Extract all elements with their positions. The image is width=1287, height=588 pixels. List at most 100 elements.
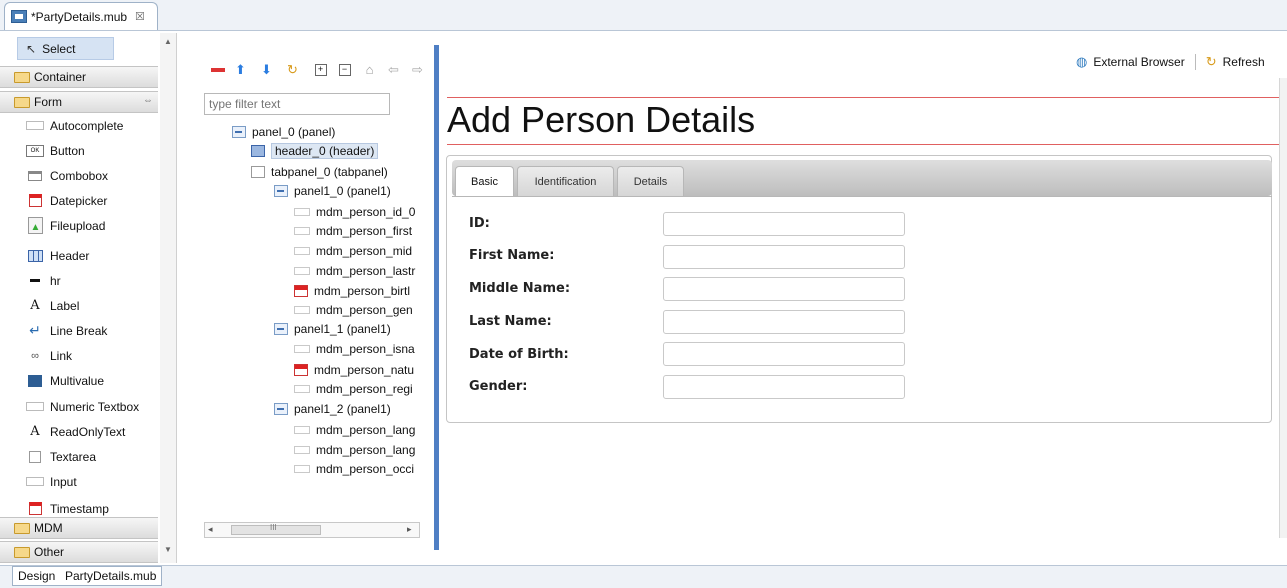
refresh-button[interactable]: Refresh bbox=[1223, 55, 1265, 69]
tree-node-field[interactable]: mdm_person_gen bbox=[294, 300, 413, 319]
sash[interactable] bbox=[434, 45, 439, 550]
middle-name-label: Middle Name: bbox=[469, 281, 571, 296]
category-container[interactable]: Container bbox=[0, 66, 158, 88]
palette-item-multivalue[interactable]: Multivalue bbox=[0, 368, 158, 393]
collapse-icon[interactable]: ⇔ bbox=[143, 95, 153, 106]
globe-icon: ◍ bbox=[1076, 54, 1088, 69]
palette-item-label: Datepicker bbox=[50, 193, 108, 208]
tree-node-label: mdm_person_natu bbox=[314, 362, 415, 377]
tree-node-panel-0[interactable]: panel_0 (panel) bbox=[232, 122, 335, 141]
scroll-left-icon[interactable]: ◂ bbox=[208, 524, 213, 535]
table-icon bbox=[26, 249, 44, 263]
folder-icon bbox=[14, 546, 30, 558]
scroll-up-icon[interactable]: ▲ bbox=[164, 37, 172, 46]
editor-tab-partydetails[interactable]: *PartyDetails.mub ☒ bbox=[4, 2, 158, 30]
tree-node-panel1-1[interactable]: panel1_1 (panel1) bbox=[274, 319, 391, 338]
tree-node-header-0[interactable]: header_0 (header) bbox=[251, 141, 379, 160]
middle-name-field[interactable] bbox=[663, 277, 905, 301]
tab-partydetails-source[interactable]: PartyDetails.mub bbox=[60, 566, 163, 586]
palette-item-label[interactable]: A Label bbox=[0, 293, 158, 318]
textfield-icon bbox=[294, 266, 310, 275]
tree-node-field[interactable]: mdm_person_lang bbox=[294, 440, 415, 459]
palette-item-numeric-textbox[interactable]: Numeric Textbox bbox=[0, 394, 158, 419]
tree-node-field[interactable]: mdm_person_natu bbox=[294, 360, 414, 379]
first-name-label: First Name: bbox=[469, 248, 555, 263]
category-other[interactable]: Other bbox=[0, 541, 158, 563]
category-mdm[interactable]: MDM bbox=[0, 517, 158, 539]
tree-node-field[interactable]: mdm_person_lang bbox=[294, 420, 415, 439]
tree-node-tabpanel-0[interactable]: tabpanel_0 (tabpanel) bbox=[251, 162, 388, 181]
palette-item-header[interactable]: Header bbox=[0, 243, 158, 268]
tab-design[interactable]: Design bbox=[12, 566, 62, 586]
textfield-icon bbox=[294, 305, 310, 314]
tree-node-label: mdm_person_lastr bbox=[316, 263, 416, 278]
palette-item-combobox[interactable]: Combobox bbox=[0, 163, 158, 188]
palette-scrollbar[interactable]: ▲ ▼ bbox=[160, 33, 177, 563]
tree-node-field[interactable]: mdm_person_isna bbox=[294, 339, 415, 358]
folder-icon bbox=[14, 96, 30, 108]
select-tool[interactable]: ↖ Select bbox=[17, 37, 114, 60]
category-form[interactable]: Form ⇔ bbox=[0, 91, 158, 113]
tree-node-label: mdm_person_isna bbox=[316, 341, 415, 356]
palette-item-readonlytext[interactable]: A ReadOnlyText bbox=[0, 419, 158, 444]
home-icon[interactable]: ⌂ bbox=[362, 62, 377, 77]
palette-item-line-break[interactable]: ↵ Line Break bbox=[0, 318, 158, 343]
tab-basic[interactable]: Basic bbox=[455, 166, 514, 197]
move-down-icon[interactable]: ⬇ bbox=[259, 62, 274, 77]
outline-hscrollbar[interactable]: ◂ III ▸ bbox=[204, 522, 420, 538]
scroll-down-icon[interactable]: ▼ bbox=[164, 545, 172, 554]
close-icon[interactable]: ☒ bbox=[135, 10, 145, 23]
id-field[interactable] bbox=[663, 212, 905, 236]
date-of-birth-field[interactable] bbox=[663, 342, 905, 366]
gender-field[interactable] bbox=[663, 375, 905, 399]
tree-node-field[interactable]: mdm_person_regi bbox=[294, 379, 413, 398]
palette-item-label: Input bbox=[50, 474, 77, 489]
last-name-field[interactable] bbox=[663, 310, 905, 334]
tree-node-label: tabpanel_0 (tabpanel) bbox=[271, 164, 388, 179]
tree-node-field[interactable]: mdm_person_birtl bbox=[294, 281, 410, 300]
date-of-birth-label: Date of Birth: bbox=[469, 347, 569, 362]
tree-node-field[interactable]: mdm_person_id_0 bbox=[294, 202, 415, 221]
palette-item-input[interactable]: Input bbox=[0, 469, 158, 494]
filter-input[interactable] bbox=[204, 93, 390, 115]
scroll-thumb[interactable]: III bbox=[231, 523, 321, 535]
tree-node-panel1-2[interactable]: panel1_2 (panel1) bbox=[274, 399, 391, 418]
palette-item-label: Label bbox=[50, 298, 80, 313]
palette-item-hr[interactable]: hr bbox=[0, 268, 158, 293]
label-icon: A bbox=[30, 424, 40, 439]
tree-node-field[interactable]: mdm_person_mid bbox=[294, 241, 412, 260]
palette-item-datepicker[interactable]: Datepicker bbox=[0, 188, 158, 213]
preview-vscrollbar[interactable] bbox=[1279, 78, 1287, 538]
refresh-icon[interactable]: ↻ bbox=[285, 62, 300, 77]
first-name-field[interactable] bbox=[663, 245, 905, 269]
tree-node-label: panel1_0 (panel1) bbox=[294, 183, 391, 198]
back-icon[interactable]: ⇦ bbox=[386, 62, 401, 77]
textarea-icon bbox=[26, 450, 44, 464]
tab-details[interactable]: Details bbox=[617, 166, 684, 196]
palette-item-autocomplete[interactable]: Autocomplete bbox=[0, 113, 158, 138]
collapse-all-icon[interactable]: − bbox=[337, 62, 352, 77]
move-up-icon[interactable]: ⬆ bbox=[233, 62, 248, 77]
tree-node-field[interactable]: mdm_person_occi bbox=[294, 459, 414, 478]
tree-node-field[interactable]: mdm_person_first bbox=[294, 221, 412, 240]
category-label: MDM bbox=[34, 521, 63, 535]
forward-icon[interactable]: ⇨ bbox=[410, 62, 425, 77]
palette-item-label: Textarea bbox=[50, 449, 97, 464]
palette-item-label: Fileupload bbox=[50, 218, 106, 233]
scroll-grip: III bbox=[270, 523, 277, 532]
tree-node-field[interactable]: mdm_person_lastr bbox=[294, 261, 415, 280]
palette-item-link[interactable]: ∞ Link bbox=[0, 343, 158, 368]
palette-item-textarea[interactable]: Textarea bbox=[0, 444, 158, 469]
tree-node-panel1-0[interactable]: panel1_0 (panel1) bbox=[274, 181, 391, 200]
palette-item-button[interactable]: OK Button bbox=[0, 138, 158, 163]
expand-all-icon[interactable]: + bbox=[313, 62, 328, 77]
last-name-label: Last Name: bbox=[469, 314, 552, 329]
scroll-right-icon[interactable]: ▸ bbox=[407, 524, 412, 535]
palette-item-label: Link bbox=[50, 348, 73, 363]
link-icon: ∞ bbox=[31, 349, 39, 362]
line-break-icon: ↵ bbox=[29, 322, 41, 338]
palette-item-fileupload[interactable]: ▲ Fileupload bbox=[0, 213, 158, 238]
remove-icon[interactable] bbox=[210, 62, 225, 77]
external-browser-button[interactable]: External Browser bbox=[1093, 55, 1184, 69]
tab-identification[interactable]: Identification bbox=[517, 166, 614, 196]
